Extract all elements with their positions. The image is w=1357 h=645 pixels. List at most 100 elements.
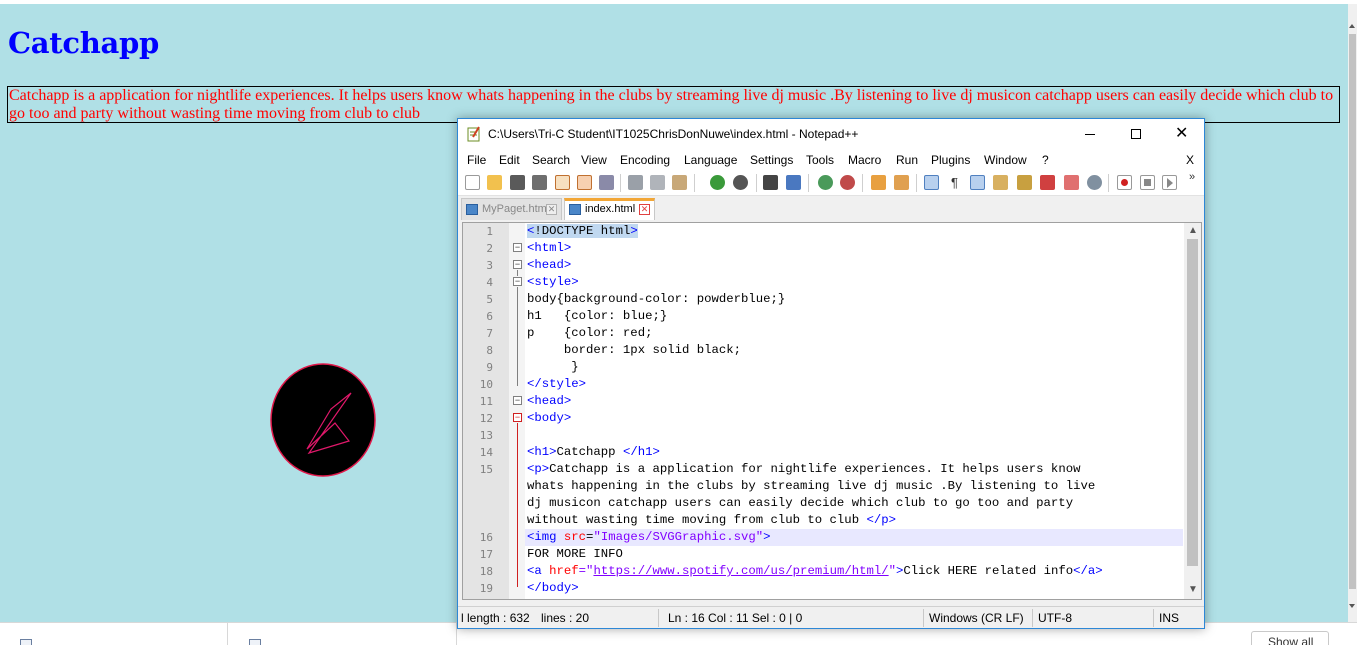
- scroll-up-arrow-icon[interactable]: [1349, 24, 1355, 28]
- code-editor[interactable]: 1 2 3 4 5 6 7 8 9 10 11 12 13 14 15 16 1…: [462, 222, 1202, 600]
- undo-icon[interactable]: [710, 175, 725, 190]
- save-icon[interactable]: [510, 175, 525, 190]
- editor-scrollbar[interactable]: ▲ ▼: [1184, 223, 1201, 599]
- scroll-up-arrow-icon[interactable]: ▲: [1188, 225, 1198, 236]
- status-position: Ln : 16 Col : 11 Sel : 0 | 0: [668, 611, 803, 625]
- cut-icon[interactable]: [628, 175, 643, 190]
- menu-tools[interactable]: Tools: [806, 153, 834, 167]
- code-line-8: border: 1px solid black;: [527, 343, 742, 357]
- tab-close-icon[interactable]: ✕: [639, 204, 650, 215]
- fold-margin: − − − − −: [509, 223, 525, 599]
- scroll-thumb[interactable]: [1187, 239, 1198, 566]
- paste-icon[interactable]: [672, 175, 687, 190]
- minimize-button[interactable]: [1067, 119, 1113, 150]
- download-item[interactable]: [229, 623, 457, 645]
- zoom-out-icon[interactable]: [840, 175, 855, 190]
- maximize-button[interactable]: [1113, 119, 1159, 150]
- close-file-icon[interactable]: [555, 175, 570, 190]
- function-list-icon[interactable]: [1017, 175, 1032, 190]
- code-line-19: </body>: [527, 581, 579, 595]
- sync-horizontal-icon[interactable]: [894, 175, 909, 190]
- tab-label: MyPaget.html: [482, 203, 550, 215]
- browser-scrollbar[interactable]: [1348, 4, 1357, 622]
- menu-window[interactable]: Window: [984, 153, 1027, 167]
- title-bar[interactable]: C:\Users\Tri-C Student\IT1025ChrisDonNuw…: [458, 119, 1204, 150]
- tab-close-icon[interactable]: ✕: [546, 204, 557, 215]
- find-icon[interactable]: [763, 175, 778, 190]
- close-document-button[interactable]: X: [1186, 153, 1194, 167]
- fold-toggle-icon[interactable]: −: [513, 243, 522, 252]
- code-line-12: <body>: [527, 411, 572, 425]
- fold-toggle-icon[interactable]: −: [513, 413, 522, 422]
- code-line-3: <head>: [527, 258, 572, 272]
- menu-encoding[interactable]: Encoding: [620, 153, 670, 167]
- scroll-thumb[interactable]: [1349, 34, 1356, 589]
- menu-plugins[interactable]: Plugins: [931, 153, 970, 167]
- stop-macro-icon[interactable]: [1140, 175, 1155, 190]
- code-text-area[interactable]: <!DOCTYPE html> <html> <head> <style> bo…: [525, 223, 1187, 599]
- code-line-9: }: [527, 360, 579, 374]
- tab-label: index.html: [585, 203, 636, 215]
- close-icon: ✕: [1175, 125, 1189, 142]
- line-number: 12: [479, 412, 493, 425]
- status-bar: l length : 632 lines : 20 Ln : 16 Col : …: [458, 606, 1204, 628]
- code-line-4: <style>: [527, 275, 579, 289]
- tab-index-html[interactable]: index.html ✕: [564, 198, 655, 220]
- code-line-1: <!DOCTYPE html>: [527, 224, 638, 238]
- menu-edit[interactable]: Edit: [499, 153, 520, 167]
- scroll-down-arrow-icon[interactable]: [1349, 604, 1355, 608]
- code-line-14: <h1>Catchapp </h1>: [527, 445, 660, 459]
- save-all-icon[interactable]: [532, 175, 547, 190]
- code-line-10: </style>: [527, 377, 587, 391]
- scroll-down-arrow-icon[interactable]: ▼: [1188, 584, 1198, 595]
- code-line-16: <img src="Images/SVGGraphic.svg">: [527, 530, 771, 544]
- doc-map-icon[interactable]: [993, 175, 1008, 190]
- close-button[interactable]: ✕: [1159, 119, 1205, 150]
- menu-help[interactable]: ?: [1042, 153, 1049, 167]
- menu-language[interactable]: Language: [684, 153, 737, 167]
- new-file-icon[interactable]: [465, 175, 480, 190]
- sync-vertical-icon[interactable]: [871, 175, 886, 190]
- folder-as-workspace-icon[interactable]: [1040, 175, 1055, 190]
- show-all-chars-icon[interactable]: ¶: [947, 175, 962, 190]
- toolbar-separator: [756, 174, 757, 192]
- menu-macro[interactable]: Macro: [848, 153, 881, 167]
- status-separator: [923, 609, 924, 627]
- open-file-icon[interactable]: [487, 175, 502, 190]
- menu-view[interactable]: View: [581, 153, 607, 167]
- print-icon[interactable]: [599, 175, 614, 190]
- menu-settings[interactable]: Settings: [750, 153, 793, 167]
- word-wrap-icon[interactable]: [924, 175, 939, 190]
- menu-run[interactable]: Run: [896, 153, 918, 167]
- status-encoding: UTF-8: [1038, 611, 1072, 625]
- notepad-app-icon: [467, 126, 480, 142]
- zoom-in-icon[interactable]: [818, 175, 833, 190]
- close-all-icon[interactable]: [577, 175, 592, 190]
- show-all-button[interactable]: Show all: [1251, 631, 1329, 645]
- menu-search[interactable]: Search: [532, 153, 570, 167]
- fold-toggle-icon[interactable]: −: [513, 260, 522, 269]
- redo-icon[interactable]: [733, 175, 748, 190]
- eye-icon[interactable]: [1087, 175, 1102, 190]
- record-macro-icon[interactable]: [1117, 175, 1132, 190]
- menu-file[interactable]: File: [467, 153, 486, 167]
- indent-guide-icon[interactable]: [970, 175, 985, 190]
- fold-toggle-icon[interactable]: −: [513, 396, 522, 405]
- code-line-5: body{background-color: powderblue;}: [527, 292, 786, 306]
- toolbar-separator: [694, 174, 695, 192]
- fold-toggle-icon[interactable]: −: [513, 277, 522, 286]
- copy-icon[interactable]: [650, 175, 665, 190]
- file-saved-icon: [466, 204, 478, 215]
- line-number: 2: [486, 242, 493, 255]
- play-macro-icon[interactable]: [1162, 175, 1177, 190]
- href-link[interactable]: https://www.spotify.com/us/premium/html/: [593, 564, 888, 578]
- monitoring-icon[interactable]: [1064, 175, 1079, 190]
- toolbar-more-icon[interactable]: »: [1189, 171, 1195, 183]
- tab-mypage-html[interactable]: MyPaget.html ✕: [461, 198, 562, 220]
- line-number: 10: [479, 378, 493, 391]
- line-number: 1: [486, 225, 493, 238]
- file-icon: [20, 639, 32, 645]
- line-number: 18: [479, 565, 493, 578]
- download-item[interactable]: [0, 623, 228, 645]
- replace-icon[interactable]: [786, 175, 801, 190]
